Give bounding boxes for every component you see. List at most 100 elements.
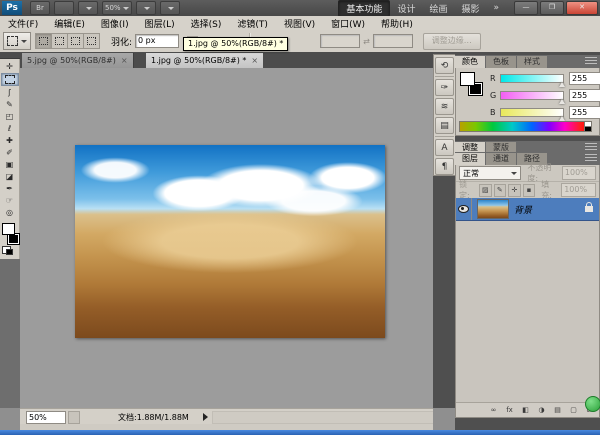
color-panel-body: R 255 G 255 B 255 — [455, 68, 600, 136]
channel-g-slider[interactable] — [500, 91, 564, 100]
tool-move[interactable]: ✛ — [2, 61, 18, 72]
link-layers-icon[interactable]: ∞ — [487, 405, 500, 416]
tool-quick-selection[interactable]: ✎ — [2, 99, 18, 110]
menu-help[interactable]: 帮助(H) — [373, 17, 421, 30]
subtract-selection-icon[interactable] — [68, 34, 84, 48]
tab-channels[interactable]: 通道 — [486, 153, 517, 165]
character-panel-icon[interactable]: A — [435, 139, 454, 156]
taskbar-edge — [0, 430, 600, 435]
lock-transparency-icon[interactable]: ▨ — [479, 184, 492, 197]
tab-1jpg[interactable]: 1.jpg @ 50%(RGB/8#) *× — [146, 53, 263, 68]
lock-all-icon[interactable]: ▪ — [523, 184, 536, 197]
spectrum-endcap[interactable] — [584, 121, 592, 132]
layer-name[interactable]: 背景 — [514, 203, 532, 216]
panel-foreground-swatch[interactable] — [460, 72, 475, 86]
foreground-color-swatch[interactable] — [2, 223, 15, 235]
tab-layers[interactable]: 图层 — [455, 153, 486, 165]
menu-view[interactable]: 视图(V) — [276, 17, 323, 30]
channel-b-slider[interactable] — [500, 108, 564, 117]
menu-file[interactable]: 文件(F) — [0, 17, 46, 30]
tool-rectangular-marquee[interactable] — [1, 73, 19, 86]
menu-window[interactable]: 窗口(W) — [323, 17, 373, 30]
workspace-essentials[interactable]: 基本功能 — [338, 0, 390, 17]
lock-pixels-icon[interactable]: ✎ — [494, 184, 507, 197]
adjustment-layer-icon[interactable]: ◑ — [535, 405, 548, 416]
arrange-documents-icon[interactable] — [136, 1, 156, 15]
tool-pen[interactable]: ✒ — [2, 183, 18, 194]
bridge-icon[interactable]: Br — [30, 1, 50, 15]
channel-g-value[interactable]: 255 — [569, 89, 600, 102]
panel-menu-icon[interactable] — [585, 57, 597, 66]
menu-edit[interactable]: 编辑(E) — [46, 17, 93, 30]
layer-thumbnail[interactable] — [477, 199, 509, 219]
add-selection-icon[interactable] — [52, 34, 68, 48]
tool-zoom[interactable]: ◎ — [2, 207, 18, 218]
layer-style-icon[interactable]: fx — [503, 405, 516, 416]
slider-knob[interactable] — [559, 99, 565, 104]
restore-button[interactable]: ❐ — [540, 1, 564, 15]
intersect-selection-icon[interactable] — [84, 34, 99, 48]
color-spectrum-ramp[interactable] — [459, 121, 592, 132]
tab-styles[interactable]: 样式 — [517, 56, 548, 68]
new-layer-icon[interactable]: ▢ — [567, 405, 580, 416]
tool-healing-brush[interactable]: ✚ — [2, 135, 18, 146]
desert-photo[interactable] — [75, 145, 385, 338]
add-mask-icon[interactable]: ◧ — [519, 405, 532, 416]
layers-panel-body: 正常 不透明度: 100% 锁定: ▨ ✎ ✛ ▪ 填充: 100% — [455, 165, 600, 418]
status-zoom-input[interactable]: 50% — [26, 411, 66, 424]
tab-1jpg-close-icon[interactable]: × — [251, 56, 258, 65]
layer-lock-icon — [585, 206, 593, 212]
zoom-level-dropdown[interactable]: 50% — [102, 1, 132, 15]
tool-lasso[interactable]: ʃ — [2, 87, 18, 98]
canvas-area[interactable] — [20, 68, 433, 408]
workspace-painting[interactable]: 绘画 — [422, 1, 454, 16]
blend-mode-dropdown[interactable]: 正常 — [459, 166, 521, 180]
mini-bridge-icon[interactable] — [54, 1, 74, 15]
layer-comps-panel-icon[interactable]: ▤ — [435, 117, 454, 134]
history-panel-icon[interactable]: ⟲ — [435, 57, 454, 74]
panel-menu-icon[interactable] — [585, 154, 597, 163]
minimize-button[interactable]: — — [514, 1, 538, 15]
tab-5jpg[interactable]: 5.jpg @ 50%(RGB/8#)× — [22, 53, 134, 68]
tools-panel-header[interactable] — [0, 52, 20, 59]
eye-icon — [458, 205, 469, 213]
tab-5jpg-close-icon[interactable]: × — [121, 56, 128, 65]
workspace-design[interactable]: 设计 — [390, 1, 422, 16]
default-colors-icon[interactable] — [2, 246, 11, 254]
menu-filter[interactable]: 滤镜(T) — [229, 17, 276, 30]
document-tab-bar: 5.jpg @ 50%(RGB/8#)× 1.jpg @ 50%(RGB/8#)… — [0, 52, 433, 68]
channel-r-value[interactable]: 255 — [569, 72, 600, 85]
tool-hand[interactable]: ☞ — [2, 195, 18, 206]
new-group-icon[interactable]: ▤ — [551, 405, 564, 416]
layer-visibility-cell[interactable] — [456, 198, 472, 220]
menu-layer[interactable]: 图层(L) — [137, 17, 183, 30]
panel-menu-icon[interactable] — [585, 143, 597, 152]
paragraph-panel-icon[interactable]: ¶ — [435, 158, 454, 175]
layer-row-background[interactable]: 背景 — [456, 198, 599, 221]
menu-select[interactable]: 选择(S) — [183, 17, 230, 30]
tool-preset-picker[interactable] — [3, 32, 31, 50]
tool-eraser[interactable]: ◪ — [2, 171, 18, 182]
status-options-arrow-icon[interactable] — [203, 413, 208, 421]
screen-mode-icon[interactable] — [160, 1, 180, 15]
feather-input[interactable]: 0 px — [135, 34, 179, 48]
menu-image[interactable]: 图像(I) — [93, 17, 137, 30]
tool-brush[interactable]: ✐ — [2, 147, 18, 158]
view-extras-icon[interactable] — [78, 1, 98, 15]
tool-clone-stamp[interactable]: ▣ — [2, 159, 18, 170]
workspace-overflow[interactable]: » — [486, 2, 506, 14]
workspace-photography[interactable]: 摄影 — [454, 1, 486, 16]
ps-logo: Ps — [2, 1, 22, 15]
new-selection-icon[interactable] — [36, 34, 52, 48]
lock-position-icon[interactable]: ✛ — [508, 184, 521, 197]
channel-r-slider[interactable] — [500, 74, 564, 83]
tool-eyedropper[interactable]: ℓ — [2, 123, 18, 134]
channel-b-value[interactable]: 255 — [569, 106, 600, 119]
brush-panel-icon[interactable]: ✑ — [435, 79, 454, 96]
tab-swatches[interactable]: 色板 — [486, 56, 517, 68]
slider-knob[interactable] — [559, 82, 565, 87]
clone-source-panel-icon[interactable]: ≋ — [435, 98, 454, 115]
tool-crop[interactable]: ◰ — [2, 111, 18, 122]
tab-color[interactable]: 颜色 — [455, 56, 486, 68]
close-button[interactable]: ✕ — [566, 1, 598, 15]
